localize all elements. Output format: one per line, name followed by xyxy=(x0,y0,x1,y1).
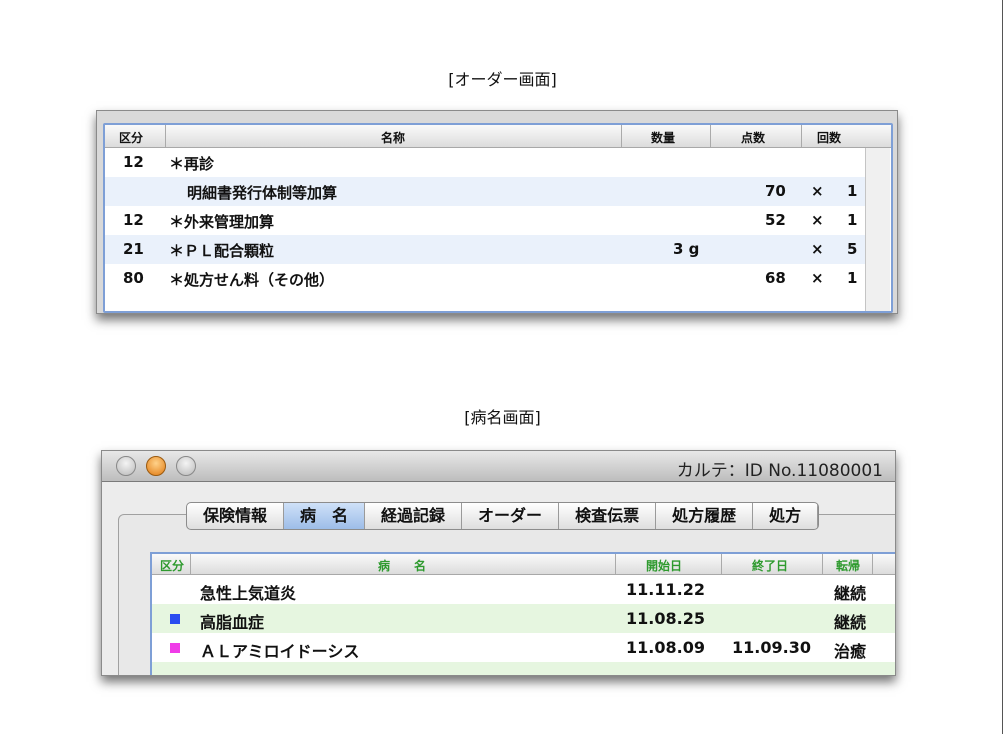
order-name: ＊処方せん料（その他） xyxy=(169,271,335,289)
col-header-outcome[interactable]: 転帰 xyxy=(836,557,860,574)
disease-outcome: 継続 xyxy=(834,584,867,603)
order-name: ＊ＰＬ配合顆粒 xyxy=(169,242,275,260)
tab-progress-record[interactable]: 経過記録 xyxy=(365,503,463,529)
disease-screen-caption: [病名画面] xyxy=(464,408,541,427)
order-kubun: 21 xyxy=(123,240,144,258)
order-points: 70 xyxy=(765,182,786,200)
col-header-quantity[interactable]: 数量 xyxy=(651,129,675,146)
col-header-name[interactable]: 名称 xyxy=(381,129,405,146)
disease-row-empty[interactable] xyxy=(152,662,895,675)
order-times: 1 xyxy=(847,182,858,200)
tab-bar: 保険情報 病 名 経過記録 オーダー 検査伝票 処方履歴 処方 xyxy=(186,502,820,530)
disease-row[interactable]: 急性上気道炎 11.11.22 継続 xyxy=(152,575,895,604)
disease-name: 急性上気道炎 xyxy=(200,584,297,603)
disease-end-date: 11.09.30 xyxy=(732,638,811,657)
disease-table-header: 区分 病 名 開始日 終了日 転帰 xyxy=(152,554,895,575)
disease-start-date: 11.08.09 xyxy=(626,638,705,657)
order-points: 68 xyxy=(765,269,786,287)
window-titlebar[interactable]: カルテ：ID No.11080001 xyxy=(102,451,895,482)
order-screen-caption: [オーダー画面] xyxy=(448,70,557,89)
order-table-header: 区分 名称 数量 点数 回数 xyxy=(105,125,891,148)
order-row[interactable]: 明細書発行体制等加算 70 × 1 xyxy=(105,177,865,206)
order-table: 区分 名称 数量 点数 回数 12 ＊再診 明細書発行体制等加算 70 × 1 … xyxy=(103,123,893,313)
col-header-disease-name[interactable]: 病 名 xyxy=(378,557,426,574)
order-kubun: 12 xyxy=(123,211,144,229)
disease-row[interactable]: ＡＬアミロイドーシス 11.08.09 11.09.30 治癒 xyxy=(152,633,895,662)
tab-lab-slip[interactable]: 検査伝票 xyxy=(559,503,657,529)
order-points: 52 xyxy=(765,211,786,229)
disease-name: 高脂血症 xyxy=(200,613,265,632)
disease-row[interactable]: 高脂血症 11.08.25 継続 xyxy=(152,604,895,633)
order-times: 1 xyxy=(847,269,858,287)
zoom-window-icon[interactable] xyxy=(176,456,196,476)
col-header-points[interactable]: 点数 xyxy=(741,129,765,146)
order-quantity: 3 g xyxy=(673,240,700,258)
disease-table: 区分 病 名 開始日 終了日 転帰 急性上気道炎 11.11.22 継続 高脂血… xyxy=(150,552,895,675)
order-kubun: 12 xyxy=(123,153,144,171)
order-row[interactable]: 12 ＊再診 xyxy=(105,148,865,177)
order-multiply: × xyxy=(811,211,824,229)
col-header-times[interactable]: 回数 xyxy=(817,129,841,146)
disease-outcome: 治癒 xyxy=(834,642,867,661)
minimize-window-icon[interactable] xyxy=(146,456,166,476)
order-row[interactable]: 80 ＊処方せん料（その他） 68 × 1 xyxy=(105,264,865,293)
close-window-icon[interactable] xyxy=(116,456,136,476)
tab-order[interactable]: オーダー xyxy=(462,503,560,529)
order-table-scrollbar[interactable] xyxy=(865,148,890,311)
order-row[interactable]: 12 ＊外来管理加算 52 × 1 xyxy=(105,206,865,235)
col-header-kubun[interactable]: 区分 xyxy=(119,129,143,146)
order-multiply: × xyxy=(811,269,824,287)
disease-name: ＡＬアミロイドーシス xyxy=(200,642,360,661)
col-header-kubun[interactable]: 区分 xyxy=(160,557,184,574)
order-multiply: × xyxy=(811,240,824,258)
disease-marker-icon xyxy=(170,643,180,653)
tab-disease-name[interactable]: 病 名 xyxy=(284,503,366,529)
order-kubun: 80 xyxy=(123,269,144,287)
order-row[interactable]: 21 ＊ＰＬ配合顆粒 3 g × 5 xyxy=(105,235,865,264)
disease-outcome: 継続 xyxy=(834,613,867,632)
tab-prescription[interactable]: 処方 xyxy=(753,503,819,529)
order-name: 明細書発行体制等加算 xyxy=(187,184,338,202)
karte-window: カルテ：ID No.11080001 保険情報 病 名 経過記録 オーダー 検査… xyxy=(101,450,896,676)
disease-start-date: 11.11.22 xyxy=(626,580,705,599)
order-name: ＊再診 xyxy=(169,155,215,173)
order-panel: 区分 名称 数量 点数 回数 12 ＊再診 明細書発行体制等加算 70 × 1 … xyxy=(96,110,898,314)
order-times: 1 xyxy=(847,211,858,229)
tab-prescription-history[interactable]: 処方履歴 xyxy=(656,503,754,529)
col-header-start-date[interactable]: 開始日 xyxy=(646,557,682,574)
order-multiply: × xyxy=(811,182,824,200)
order-name: ＊外来管理加算 xyxy=(169,213,275,231)
disease-marker-icon xyxy=(170,614,180,624)
disease-start-date: 11.08.25 xyxy=(626,609,705,628)
order-times: 5 xyxy=(847,240,858,258)
page-edge-line xyxy=(1002,0,1003,734)
tab-insurance-info[interactable]: 保険情報 xyxy=(187,503,285,529)
col-header-end-date[interactable]: 終了日 xyxy=(752,557,788,574)
window-title: カルテ：ID No.11080001 xyxy=(676,461,883,481)
